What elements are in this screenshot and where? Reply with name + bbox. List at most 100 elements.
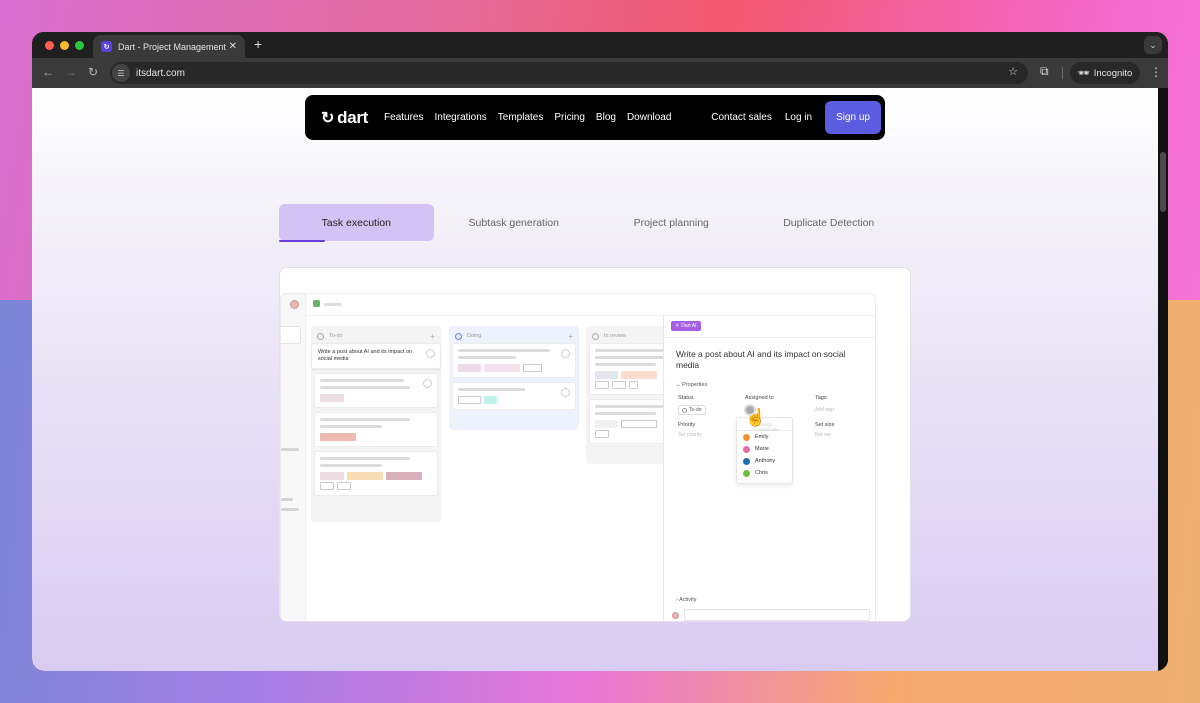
tab-label: Duplicate Detection	[783, 216, 875, 229]
column-doing: Doing +	[449, 326, 579, 430]
task-detail-title[interactable]: Write a post about AI and its impact on …	[676, 349, 846, 371]
close-tab-icon[interactable]: ✕	[229, 41, 237, 52]
logo-text: dart	[337, 107, 369, 127]
nav-link-integrations[interactable]: Integrations	[435, 112, 487, 123]
web-page: ↻ dart Features Integrations Templates P…	[32, 88, 1158, 671]
sidebar-placeholder	[281, 326, 301, 344]
chevron-down-icon: ⌄	[1149, 39, 1157, 50]
activity-toggle[interactable]: › Activity	[676, 597, 696, 603]
site-navbar: ↻ dart Features Integrations Templates P…	[305, 95, 885, 140]
task-detail-panel: ✳ Dart AI Write a post about AI and its …	[663, 316, 875, 621]
priority-value[interactable]: Set priority	[678, 432, 702, 438]
nav-link-pricing[interactable]: Pricing	[554, 112, 585, 123]
url-text: itsdart.com	[136, 67, 185, 79]
signup-button[interactable]: Sign up	[825, 101, 881, 134]
nav-link-templates[interactable]: Templates	[498, 112, 544, 123]
task-card-highlighted[interactable]: Write a post about AI and its impact on …	[311, 343, 441, 369]
bookmark-star-icon[interactable]: ☆	[1008, 65, 1018, 78]
task-card[interactable]	[314, 412, 438, 447]
task-card[interactable]	[314, 373, 438, 408]
assignee-option[interactable]: Emily	[737, 431, 792, 443]
column-title: To-do	[329, 333, 343, 339]
scrollbar-thumb[interactable]	[1160, 152, 1166, 212]
browser-window: ↻ Dart - Project Management ✕ + ⌄ ← → ↻ …	[32, 32, 1168, 671]
extensions-icon[interactable]: ⧉	[1040, 64, 1049, 79]
window-controls	[45, 41, 84, 50]
nav-link-download[interactable]: Download	[627, 112, 671, 123]
column-header: In review	[589, 329, 673, 343]
badge-label: Dart AI	[681, 323, 697, 329]
activity-label: Activity	[679, 597, 697, 603]
task-card[interactable]	[589, 343, 673, 395]
task-card[interactable]	[589, 399, 673, 444]
status-circle-icon	[682, 407, 687, 413]
comment-input[interactable]	[684, 609, 870, 621]
size-label: Set size	[815, 422, 835, 428]
sidebar-placeholder-line	[281, 498, 293, 501]
user-avatar-icon	[743, 457, 750, 465]
todo-circle-icon	[317, 332, 324, 340]
tab-project-planning[interactable]: Project planning	[594, 204, 749, 241]
reload-icon[interactable]: ↻	[88, 65, 98, 79]
tab-subtask-generation[interactable]: Subtask generation	[437, 204, 592, 241]
hand-cursor-icon: ☝	[745, 408, 767, 427]
tab-label: Project planning	[633, 216, 709, 229]
tab-duplicate-detection[interactable]: Duplicate Detection	[752, 204, 907, 241]
dart-logo-icon: ↻	[321, 109, 335, 127]
nav-link-features[interactable]: Features	[384, 112, 423, 123]
user-avatar	[290, 300, 299, 309]
close-window-button[interactable]	[45, 41, 54, 50]
site-settings-icon[interactable]: ☰	[112, 64, 130, 82]
status-label: Status	[678, 395, 694, 401]
user-icon	[423, 379, 432, 388]
assignee-option[interactable]: Anthony	[737, 455, 792, 467]
task-card[interactable]	[452, 382, 576, 410]
tab-bar: ↻ Dart - Project Management ✕ + ⌄	[32, 32, 1168, 58]
column-title: Doing	[467, 333, 482, 339]
tab-label: Subtask generation	[468, 216, 559, 229]
browser-toolbar: ← → ↻ ☰ itsdart.com ☆ ⧉ 🕶 Incognito ⋮	[32, 58, 1168, 88]
priority-label: Priority	[678, 422, 696, 428]
tab-search-button[interactable]: ⌄	[1144, 36, 1162, 54]
assignee-option[interactable]: Chris	[737, 467, 792, 479]
minimize-window-button[interactable]	[60, 41, 69, 50]
tags-value[interactable]: Add tags	[815, 407, 835, 413]
user-avatar-icon	[743, 433, 750, 441]
dart-ai-badge[interactable]: ✳ Dart AI	[671, 321, 701, 331]
contact-sales-link[interactable]: Contact sales	[711, 112, 772, 123]
assigned-to-label: Assigned to	[745, 395, 774, 401]
tab-task-execution[interactable]: Task execution	[279, 204, 434, 242]
task-card[interactable]	[452, 343, 576, 378]
review-clock-icon	[592, 332, 599, 340]
app-sidebar	[281, 294, 306, 621]
tab-title: Dart - Project Management	[118, 41, 227, 52]
doing-clock-icon	[455, 332, 462, 340]
add-task-icon[interactable]: +	[568, 332, 573, 341]
assignee-option[interactable]: Marie	[737, 443, 792, 455]
assignee-name: Anthony	[755, 458, 776, 464]
user-icon	[561, 388, 570, 397]
assignee-name: Chris	[755, 470, 768, 476]
incognito-indicator[interactable]: 🕶 Incognito	[1070, 62, 1140, 84]
forward-icon[interactable]: →	[65, 65, 77, 79]
dart-logo[interactable]: ↻ dart	[321, 108, 368, 128]
address-bar[interactable]: ☰ itsdart.com ☆	[110, 62, 1028, 84]
properties-toggle[interactable]: ⌄ Properties	[676, 382, 707, 388]
nav-link-blog[interactable]: Blog	[596, 112, 616, 123]
tab-label: Task execution	[321, 216, 391, 229]
sidebar-placeholder-line	[281, 508, 299, 511]
login-link[interactable]: Log in	[785, 112, 812, 123]
more-menu-icon[interactable]: ⋮	[1150, 65, 1162, 79]
incognito-label: Incognito	[1093, 67, 1133, 79]
maximize-window-button[interactable]	[75, 41, 84, 50]
new-tab-button[interactable]: +	[254, 36, 262, 52]
browser-tab[interactable]: ↻ Dart - Project Management ✕	[93, 35, 245, 58]
user-icon	[561, 349, 570, 358]
task-title: Write a post about AI and its impact on …	[318, 349, 413, 362]
status-select[interactable]: To-do	[678, 405, 706, 415]
task-card[interactable]	[314, 451, 438, 496]
properties-label: Properties	[682, 382, 708, 388]
size-value[interactable]: Not set	[815, 432, 831, 438]
add-task-icon[interactable]: +	[430, 332, 435, 341]
back-icon[interactable]: ←	[42, 65, 54, 79]
